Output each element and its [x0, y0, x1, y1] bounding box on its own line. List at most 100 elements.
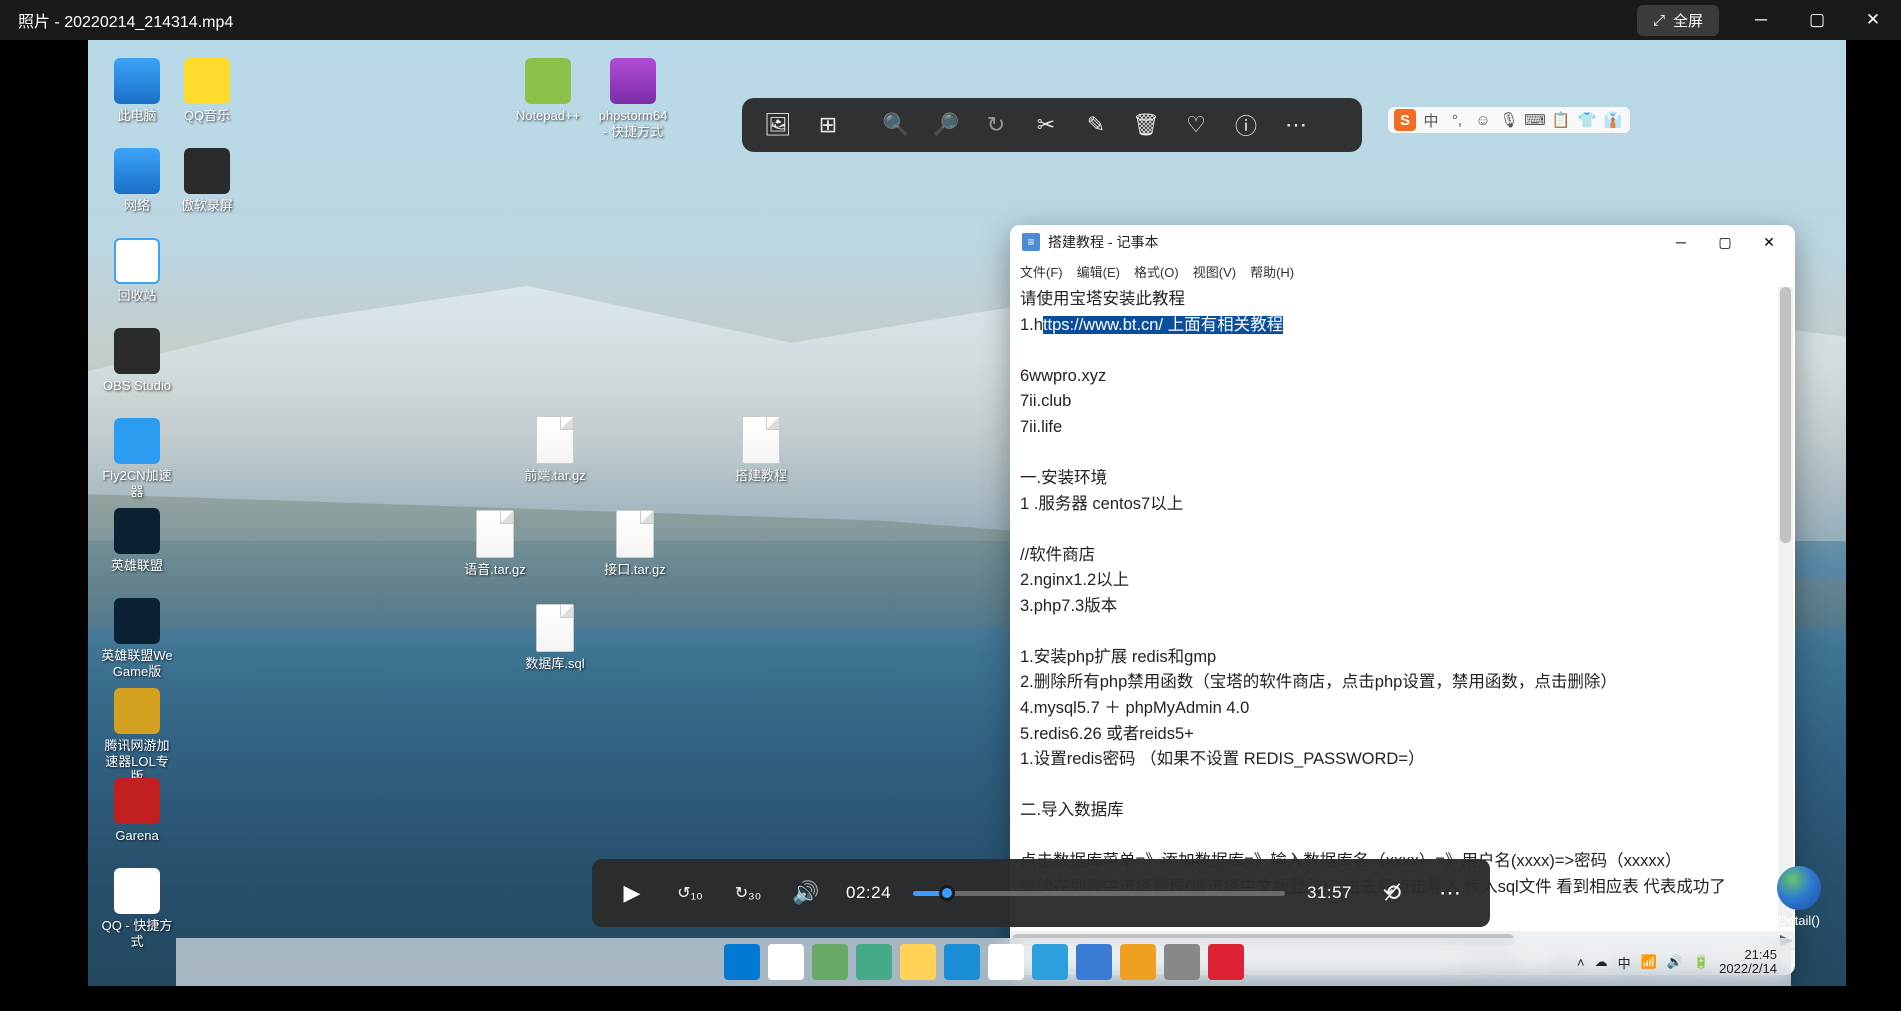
photos-edit-toolbar: 🖼 ⊞ 🔍 🔎 ↻ ✂ ✎ 🗑 ♡ ⓘ ⋯	[742, 98, 1362, 152]
notepad-menu-item[interactable]: 视图(V)	[1193, 262, 1236, 281]
taskbar[interactable]: ˄ ☁ 中 📶 🔊 🔋 21:45 2022/2/14	[176, 938, 1791, 986]
desktop-file-file-jiaojiao[interactable]: 搭建教程	[724, 416, 798, 484]
desktop-icon-lol-wg[interactable]: 英雄联盟WeGame版	[100, 598, 174, 679]
ime-clipboard[interactable]: 📋	[1550, 109, 1572, 131]
tray-chevron-icon[interactable]: ˄	[1577, 955, 1585, 970]
desktop-icon-my-computer[interactable]: 此电脑	[100, 58, 174, 124]
taskbar-edge-icon[interactable]	[944, 944, 980, 980]
ime-skin1[interactable]: 👕	[1576, 109, 1598, 131]
image-icon[interactable]: 🖼	[756, 103, 800, 147]
taskbar-rec-icon[interactable]	[1208, 944, 1244, 980]
desktop-icon-notepadpp[interactable]: Notepad++	[511, 58, 585, 124]
minimize-button[interactable]: ─	[1733, 0, 1789, 40]
notepad-menu-item[interactable]: 格式(O)	[1134, 262, 1179, 281]
ime-emoji[interactable]: ☺	[1472, 109, 1494, 131]
taskbar-search-icon[interactable]	[768, 944, 804, 980]
draw-icon[interactable]: ✎	[1074, 103, 1118, 147]
tray-date[interactable]: 2022/2/14	[1719, 961, 1777, 976]
media-playback-bar: ▶ ↺₁₀ ↻₃₀ 🔊 02:24 31:57 ⟲̸ ⋯	[592, 859, 1490, 927]
desktop-file-file-yuyin[interactable]: 语音.tar.gz	[458, 510, 532, 578]
ime-keyboard[interactable]: ⌨	[1524, 109, 1546, 131]
close-button[interactable]: ✕	[1845, 0, 1901, 40]
info-icon[interactable]: ⓘ	[1224, 103, 1268, 147]
tray-wifi-icon[interactable]: 📶	[1641, 954, 1657, 970]
taskbar-chrome-icon[interactable]	[988, 944, 1024, 980]
notepad-menu-item[interactable]: 文件(F)	[1020, 262, 1063, 281]
desktop-file-file-jiekou[interactable]: 接口.tar.gz	[598, 510, 672, 578]
desktop-icon-qq-music[interactable]: QQ音乐	[170, 58, 244, 124]
desktop-icon-network[interactable]: 网络	[100, 148, 174, 214]
notepad-menu-item[interactable]: 编辑(E)	[1077, 262, 1120, 281]
crop-icon[interactable]: ✂	[1024, 103, 1068, 147]
more-icon[interactable]: ⋯	[1274, 103, 1318, 147]
total-time: 31:57	[1307, 883, 1352, 903]
notepad-minimize[interactable]: ─	[1659, 225, 1703, 259]
ime-toolbar[interactable]: S 中 °, ☺ 🎙 ⌨ 📋 👕 👔	[1388, 107, 1630, 133]
system-tray[interactable]: ˄ ☁ 中 📶 🔊 🔋 21:45 2022/2/14	[1577, 948, 1777, 977]
photos-titlebar: 照片 - 20220214_214314.mp4 ⤢ 全屏 ─ ▢ ✕	[0, 0, 1901, 40]
tray-lang[interactable]: 中	[1618, 953, 1631, 972]
desktop-icon-lol[interactable]: 英雄联盟	[100, 508, 174, 574]
desktop-icon-phpstorm[interactable]: phpstorm64 - 快捷方式	[596, 58, 670, 139]
notepad-title: 搭建教程 - 记事本	[1048, 232, 1158, 252]
seek-knob[interactable]	[939, 885, 955, 901]
desktop-file-file-qianduan[interactable]: 前端.tar.gz	[518, 416, 592, 484]
desktop-icon-obs[interactable]: OBS Studio	[100, 328, 174, 394]
notepad-body[interactable]: 请使用宝塔安装此教程1.https://www.bt.cn/ 上面有相关教程 6…	[1010, 283, 1795, 931]
desktop-icon-tencent-acc[interactable]: 腾讯网游加速器LOL专版	[100, 688, 174, 785]
viewer-area: 🖼 ⊞ 🔍 🔎 ↻ ✂ ✎ 🗑 ♡ ⓘ ⋯ S 中 °, ☺ 🎙 ⌨ 📋 👕 👔…	[88, 40, 1846, 986]
taskbar-taskview-icon[interactable]	[812, 944, 848, 980]
tray-volume-icon[interactable]: 🔊	[1667, 954, 1683, 970]
desktop-icon-recycle-bin[interactable]: 回收站	[100, 238, 174, 304]
loop-disabled-icon[interactable]: ⟲̸	[1374, 875, 1410, 911]
favorite-icon[interactable]: ♡	[1174, 103, 1218, 147]
zoom-out-icon[interactable]: 🔎	[924, 103, 968, 147]
zoom-in-icon[interactable]: 🔍	[874, 103, 918, 147]
notepad-maximize[interactable]: ▢	[1703, 225, 1747, 259]
taskbar-widgets-icon[interactable]	[856, 944, 892, 980]
ime-lang[interactable]: 中	[1420, 109, 1442, 131]
taskbar-app1-icon[interactable]	[1076, 944, 1112, 980]
tray-time[interactable]: 21:45	[1744, 947, 1777, 962]
tray-cloud-icon[interactable]: ☁	[1595, 954, 1608, 970]
tray-battery-icon[interactable]: 🔋	[1693, 954, 1709, 970]
desktop-icon-qq-shortcut[interactable]: QQ - 快捷方式	[100, 868, 174, 949]
ime-punct[interactable]: °,	[1446, 109, 1468, 131]
play-button[interactable]: ▶	[614, 875, 650, 911]
media-more-icon[interactable]: ⋯	[1432, 875, 1468, 911]
desktop-file-file-sql[interactable]: 数据库.sql	[518, 604, 592, 672]
notepad-titlebar[interactable]: ≡ 搭建教程 - 记事本 ─ ▢ ✕	[1010, 225, 1795, 259]
grid-icon[interactable]: ⊞	[806, 103, 850, 147]
scrollbar-thumb[interactable]	[1780, 287, 1791, 543]
forward-30-button[interactable]: ↻₃₀	[730, 875, 766, 911]
taskbar-telegram-icon[interactable]	[1032, 944, 1068, 980]
desktop-icon-screen-rec[interactable]: 傲软录屏	[170, 148, 244, 214]
volume-button[interactable]: 🔊	[788, 875, 824, 911]
desktop-icon-garena[interactable]: Garena	[100, 778, 174, 844]
notepad-menu-item[interactable]: 帮助(H)	[1250, 262, 1294, 281]
delete-icon[interactable]: 🗑	[1124, 103, 1168, 147]
fullscreen-button[interactable]: ⤢ 全屏	[1637, 5, 1719, 36]
detail-label: Detail()	[1762, 913, 1836, 928]
maximize-button[interactable]: ▢	[1789, 0, 1845, 40]
notepad-close[interactable]: ✕	[1747, 225, 1791, 259]
fullscreen-label: 全屏	[1673, 10, 1703, 31]
taskbar-explorer-icon[interactable]	[900, 944, 936, 980]
app-title: 照片 - 20220214_214314.mp4	[0, 8, 233, 32]
detail-desktop-icon[interactable]: Detail()	[1762, 866, 1836, 928]
ime-skin2[interactable]: 👔	[1602, 109, 1624, 131]
taskbar-app2-icon[interactable]	[1120, 944, 1156, 980]
notepad-vscrollbar[interactable]	[1778, 287, 1793, 927]
fullscreen-icon: ⤢	[1653, 12, 1665, 29]
desktop-icon-fly2cn[interactable]: Fly2CN加速器	[100, 418, 174, 499]
taskbar-app3-icon[interactable]	[1164, 944, 1200, 980]
ime-voice[interactable]: 🎙	[1498, 109, 1520, 131]
notepad-icon: ≡	[1022, 233, 1040, 251]
sogou-icon[interactable]: S	[1394, 109, 1416, 131]
rotate-icon[interactable]: ↻	[974, 103, 1018, 147]
seek-track[interactable]	[913, 891, 1285, 896]
taskbar-start-icon[interactable]	[724, 944, 760, 980]
globe-icon	[1777, 866, 1821, 910]
rewind-10-button[interactable]: ↺₁₀	[672, 875, 708, 911]
notepad-menu: 文件(F) 编辑(E) 格式(O) 视图(V) 帮助(H)	[1010, 259, 1795, 283]
